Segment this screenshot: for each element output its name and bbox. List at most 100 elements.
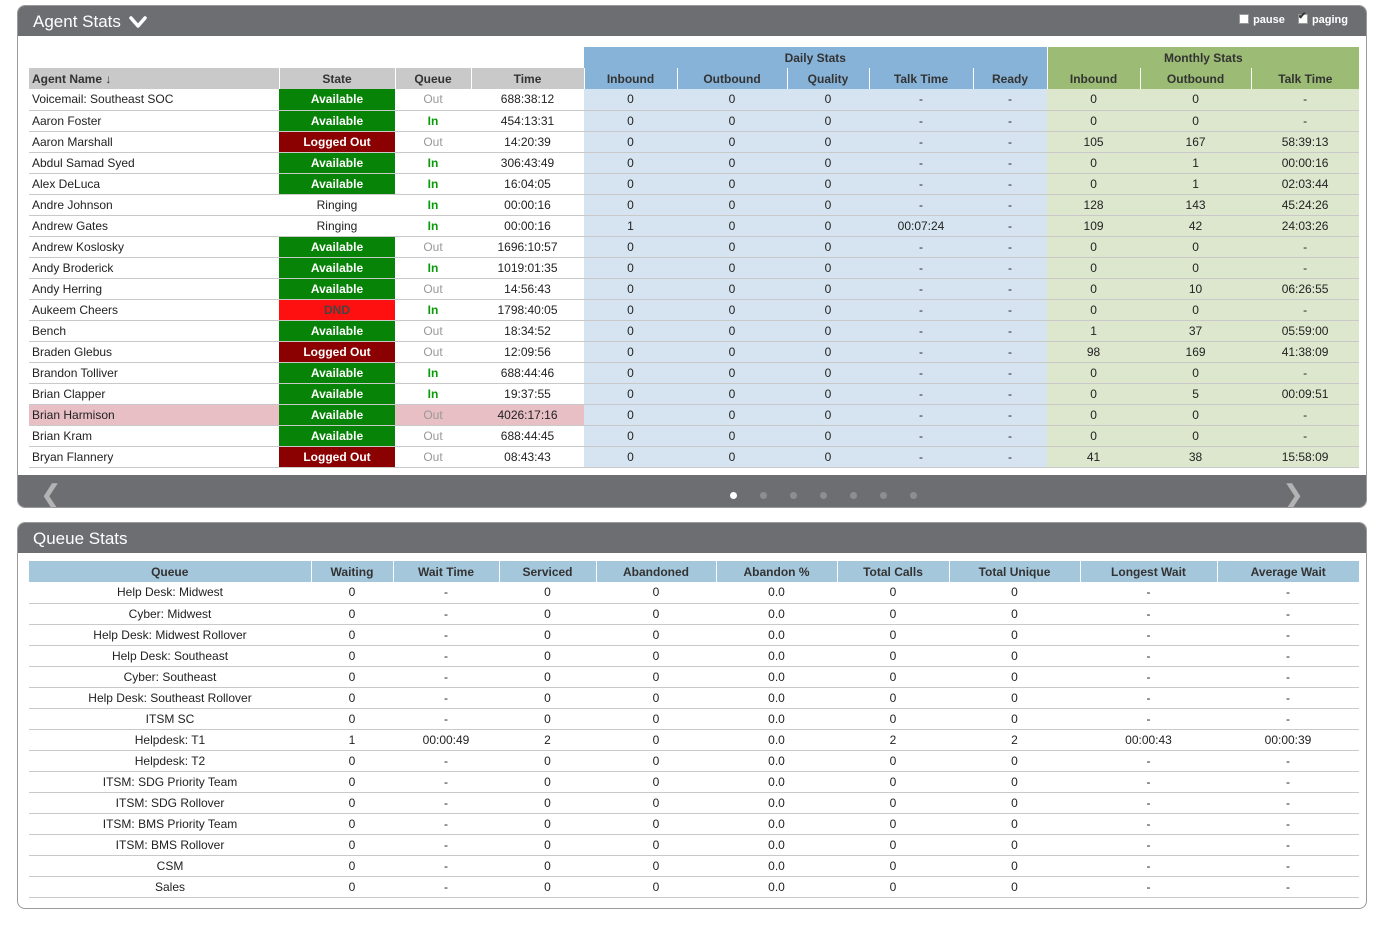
chevron-left-icon[interactable]: ❮ [40,479,62,507]
col-monthly-outbound[interactable]: Outbound [1140,68,1252,89]
pager-dot[interactable] [880,492,887,499]
queue-row[interactable]: ITSM: SDG Priority Team 0-0 0 0.0 0 0- - [29,771,1359,793]
queue-col-header[interactable]: Longest Wait [1080,561,1218,582]
queue-cell: 0 [596,645,716,667]
agent-row[interactable]: Bryan Flannery Logged Out Out 08:43:43 0 0 0- -… [29,446,1360,468]
queue-cell: 0 [499,666,596,688]
pager-dot[interactable] [760,492,767,499]
chevron-right-icon[interactable]: ❯ [1282,479,1304,507]
pager-dot[interactable] [910,492,917,499]
queue-col-header[interactable]: Abandon % [716,561,838,582]
queue-row[interactable]: ITSM: BMS Rollover 0-0 0 0.0 0 0- - [29,834,1359,856]
queue-col-header[interactable]: Average Wait [1217,561,1359,582]
paging-label: paging [1311,14,1348,26]
agent-name-cell: Bryan Flannery [29,446,279,468]
agent-row[interactable]: Andy Broderick Available In 1019:01:35 0 0 0- -… [29,257,1360,279]
agent-daily-talk-time-cell: - [869,152,973,174]
agent-row[interactable]: Brian Harmison Available Out 4026:17:16 0 0 0-… [29,404,1360,426]
queue-row[interactable]: Cyber: Southeast 0-0 0 0.0 0 0- - [29,666,1359,688]
agent-daily-quality-cell: 0 [787,131,869,153]
header-controls: pause paging [1229,11,1348,26]
queue-cell: 0 [949,792,1080,814]
queue-cell: CSM [29,855,311,877]
col-queue[interactable]: Queue [395,68,472,89]
agent-row[interactable]: Andrew Gates Ringing In 00:00:16 1 0 0 00:07:24… [29,215,1360,237]
queue-stats-title[interactable]: Queue Stats [33,529,128,549]
queue-stats-table: Queue Waiting Wait Time Serviced Abandoned Ab… [29,561,1359,898]
agent-row[interactable]: Abdul Samad Syed Available In 306:43:49 0 0 0-… [29,152,1360,174]
paging-toggle[interactable]: paging [1297,11,1348,26]
agent-daily-outbound-cell: 0 [677,152,787,174]
agent-monthly-talk-time-cell: 45:24:26 [1251,194,1360,216]
queue-cell: Sales [29,876,311,898]
agent-row[interactable]: Andre Johnson Ringing In 00:00:16 0 0 0- -128 14… [29,194,1360,216]
paging-checkbox[interactable] [1297,11,1308,24]
agent-row[interactable]: Aaron Foster Available In 454:13:31 0 0 0- -0 0- [29,110,1360,132]
queue-row[interactable]: Help Desk: Midwest Rollover 0-0 0 0.0 0 0- - [29,624,1359,646]
agent-monthly-talk-time-cell: 58:39:13 [1251,131,1360,153]
queue-cell: 0 [499,624,596,646]
agent-row[interactable]: Bench Available Out 18:34:52 0 0 0- -1 37 05:59:0… [29,320,1360,342]
queue-row[interactable]: Helpdesk: T1 1 00:00:49 2 0 0.0 2 2 00:00:43 00:0… [29,729,1359,751]
col-time[interactable]: Time [471,68,585,89]
queue-row[interactable]: Help Desk: Southeast Rollover 0-0 0 0.0 0 0- - [29,687,1359,709]
agent-state-cell: DND [279,299,395,321]
queue-row[interactable]: ITSM SC 0-0 0 0.0 0 0- - [29,708,1359,730]
agent-monthly-inbound-cell: 128 [1047,194,1141,216]
col-daily-outbound[interactable]: Outbound [677,68,788,89]
queue-row[interactable]: Sales 0-0 0 0.0 0 0- - [29,876,1359,898]
agent-daily-ready-cell: - [973,194,1048,216]
col-daily-inbound[interactable]: Inbound [584,68,678,89]
agent-row[interactable]: Alex DeLuca Available In 16:04:05 0 0 0- -0 1 02:… [29,173,1360,195]
agent-row[interactable]: Brian Clapper Available In 19:37:55 0 0 0- -0 5 0… [29,383,1360,405]
col-monthly-inbound[interactable]: Inbound [1047,68,1141,89]
agent-queue-cell: In [395,152,471,174]
queue-cell: - [1080,834,1217,856]
agent-daily-quality-cell: 0 [787,299,869,321]
col-daily-quality[interactable]: Quality [787,68,870,89]
queue-row[interactable]: CSM 0-0 0 0.0 0 0- - [29,855,1359,877]
queue-col-header[interactable]: Abandoned [596,561,717,582]
agent-row[interactable]: Braden Glebus Logged Out Out 12:09:56 0 0 0- -9… [29,341,1360,363]
agent-daily-talk-time-cell: - [869,341,973,363]
agent-daily-inbound-cell: 0 [584,278,677,300]
pause-toggle[interactable]: pause [1239,14,1288,26]
queue-row[interactable]: Cyber: Midwest 0-0 0 0.0 0 0- - [29,603,1359,625]
pager-dot[interactable] [730,492,737,499]
agent-monthly-outbound-cell: 0 [1140,110,1252,132]
agent-name-cell: Aaron Marshall [29,131,279,153]
queue-row[interactable]: Help Desk: Midwest 0-0 0 0.0 0 0- - [29,582,1359,604]
queue-row[interactable]: ITSM: SDG Rollover 0-0 0 0.0 0 0- - [29,792,1359,814]
agent-row[interactable]: Andrew Koslosky Available Out 1696:10:57 0 0 0… [29,236,1360,258]
queue-row[interactable]: Helpdesk: T2 0-0 0 0.0 0 0- - [29,750,1359,772]
col-monthly-talk-time[interactable]: Talk Time [1251,68,1360,89]
agent-row[interactable]: Aukeem Cheers DND In 1798:40:05 0 0 0- -0 0- [29,299,1360,321]
col-state[interactable]: State [279,68,396,89]
agent-stats-title[interactable]: Agent Stats [33,12,148,32]
agent-monthly-outbound-cell: 5 [1140,383,1252,405]
queue-row[interactable]: Help Desk: Southeast 0-0 0 0.0 0 0- - [29,645,1359,667]
pager-dot[interactable] [790,492,797,499]
queue-col-header[interactable]: Wait Time [393,561,500,582]
agent-row[interactable]: Brandon Tolliver Available In 688:44:46 0 0 0-… [29,362,1360,384]
col-daily-ready[interactable]: Ready [973,68,1048,89]
col-daily-talk-time[interactable]: Talk Time [869,68,974,89]
queue-col-header[interactable]: Queue [29,561,312,582]
agent-row[interactable]: Voicemail: Southeast SOC Available Out 688:… [29,89,1360,111]
queue-col-header[interactable]: Waiting [311,561,394,582]
pager-dot[interactable] [820,492,827,499]
agent-row[interactable]: Brian Kram Available Out 688:44:45 0 0 0- -0 0- [29,425,1360,447]
agent-row[interactable]: Andy Herring Available Out 14:56:43 0 0 0- -0 10… [29,278,1360,300]
queue-col-header[interactable]: Total Unique [949,561,1081,582]
agent-daily-quality-cell: 0 [787,383,869,405]
pager-dot[interactable] [850,492,857,499]
queue-col-header[interactable]: Total Calls [837,561,950,582]
queue-row[interactable]: ITSM: BMS Priority Team 0-0 0 0.0 0 0- - [29,813,1359,835]
col-agent-name[interactable]: Agent Name ↓ [29,68,280,89]
agent-state-cell: Available [279,362,395,384]
chevron-down-icon[interactable] [128,14,148,30]
pause-checkbox[interactable] [1239,14,1250,24]
queue-col-header[interactable]: Serviced [499,561,597,582]
agent-row[interactable]: Aaron Marshall Logged Out Out 14:20:39 0 0 0- -… [29,131,1360,153]
queue-cell: - [393,582,499,604]
